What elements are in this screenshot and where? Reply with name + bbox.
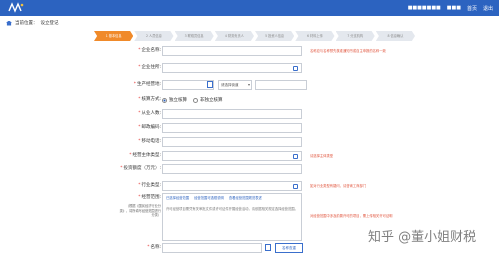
- radio-independent[interactable]: 独立核算: [162, 97, 187, 103]
- capital-label: 投资额度（万元）:: [123, 166, 161, 171]
- employees-input[interactable]: [162, 109, 302, 119]
- step-3[interactable]: 3 联络员信息: [174, 31, 214, 41]
- scope-label: 经营范围:: [141, 195, 161, 200]
- scope-hint: 对经营范围中涉及前置许可的项目，需上传相关许可证明: [310, 214, 393, 218]
- scope-sublabel: （根据《国民经济行业分类》，将所填写经营范围进行分类）: [119, 204, 161, 217]
- scope-text: 许可经营项目需凭有关审批文件或许可证件开展经营活动，请依据相关规定选择经营范围。: [166, 207, 298, 211]
- capital-input[interactable]: [162, 164, 302, 174]
- name-label: 名称:: [150, 245, 161, 250]
- phone-input[interactable]: [162, 137, 302, 147]
- business-scope-textarea[interactable]: 已选择经营范围 经营范围可选框说明 查看经营范围规范表述 许可经营项目需凭有关审…: [162, 193, 302, 241]
- name-input[interactable]: [162, 243, 262, 253]
- company-name-hint: 名称应与名称预先核准通知书或自主申报的名称一致: [310, 49, 386, 53]
- row-main-business: *经营主体类型: 请选择主体类型: [0, 151, 499, 161]
- company-name-label: 企业名称:: [141, 48, 161, 53]
- main-business-label: 经营主体类型:: [132, 153, 161, 158]
- user-area: ■■■■■■■ ■■■ 首页 退出: [408, 5, 493, 12]
- top-header-bar: ■■■■■■■ ■■■ 首页 退出: [0, 0, 499, 16]
- accounting-radio-group: 独立核算 非独立核算: [162, 95, 223, 105]
- row-postcode: *邮政编码:: [0, 123, 499, 133]
- scope-links: 已选择经营范围 经营范围可选框说明 查看经营范围规范表述: [166, 196, 298, 201]
- breadcrumb-prefix: 当前位置：: [15, 21, 38, 26]
- radio-non-independent-label: 非独立核算: [200, 98, 223, 103]
- row-industry: *行业类型: 如对行业类型有疑问，请咨询工商部门: [0, 181, 499, 191]
- user-link-logout[interactable]: 退出: [483, 5, 493, 12]
- address-picker-icon[interactable]: [293, 66, 298, 71]
- radio-non-independent[interactable]: 非独立核算: [193, 97, 223, 103]
- postcode-label: 邮政编码:: [141, 125, 161, 130]
- radio-independent-label: 独立核算: [169, 98, 187, 103]
- required-mark: *: [133, 82, 136, 87]
- step-7[interactable]: 7 分支机构: [335, 31, 375, 41]
- scope-link-explain[interactable]: 经营范围可选框说明: [194, 196, 224, 200]
- watermark-text: 知乎 @董小姐财税: [368, 230, 477, 245]
- home-icon: [6, 20, 12, 26]
- calendar-icon[interactable]: [207, 81, 213, 88]
- step-5[interactable]: 5 投资人信息: [255, 31, 295, 41]
- step-4[interactable]: 4 财务负责人: [214, 31, 254, 41]
- residence-input[interactable]: [162, 63, 302, 73]
- main-business-hint: 请选择主体类型: [310, 154, 334, 158]
- breadcrumb: 当前位置： 设立登记: [6, 20, 59, 26]
- user-link-home[interactable]: 首页: [467, 5, 477, 12]
- business-place-detail-input[interactable]: [255, 80, 307, 90]
- user-link-profile[interactable]: ■■■: [447, 5, 461, 12]
- row-capital: *投资额度（万元）:: [0, 164, 499, 174]
- industry-input[interactable]: [162, 181, 302, 191]
- step-1[interactable]: 1 基本信息: [94, 31, 134, 41]
- row-employees: *从业人数:: [0, 109, 499, 119]
- residence-label: 企业住所:: [141, 65, 161, 70]
- radio-dot-checked[interactable]: [162, 97, 167, 103]
- industry-hint: 如对行业类型有疑问，请咨询工商部门: [310, 184, 367, 188]
- phone-label: 移动电话:: [141, 139, 161, 144]
- user-name: ■■■■■■■: [407, 5, 441, 11]
- row-accounting: *核算方式: 独立核算 非独立核算: [0, 95, 499, 105]
- scope-link-standard[interactable]: 查看经营范围规范表述: [229, 196, 262, 200]
- step-2[interactable]: 2 人员信息: [134, 31, 174, 41]
- accounting-label: 核算方式:: [141, 97, 161, 102]
- picker-icon[interactable]: [265, 244, 271, 251]
- employees-label: 从业人数:: [141, 111, 161, 116]
- step-6[interactable]: 6 材料上传: [295, 31, 335, 41]
- picker-icon[interactable]: [293, 184, 298, 189]
- picker-icon[interactable]: [293, 154, 298, 159]
- industry-label: 行业类型:: [141, 183, 161, 188]
- step-8[interactable]: 8 信息确认: [375, 31, 415, 41]
- logo-icon: [8, 2, 24, 13]
- business-place-label: 生产经营地:: [136, 82, 161, 87]
- main-business-input[interactable]: [162, 151, 302, 161]
- company-name-input[interactable]: [162, 46, 302, 56]
- street-select[interactable]: 请选择街道: [218, 80, 252, 90]
- row-company-name: *企业名称: 名称应与名称预先核准通知书或自主申报的名称一致: [0, 46, 499, 56]
- row-business-place: *生产经营地: 请选择街道: [0, 80, 499, 90]
- step-progress: 1 基本信息 2 人员信息 3 联络员信息 4 财务负责人 5 投资人信息 6 …: [94, 31, 416, 41]
- row-residence: *企业住所:: [0, 63, 499, 73]
- name-check-button[interactable]: 名称查重: [275, 243, 303, 253]
- breadcrumb-current[interactable]: 设立登记: [41, 20, 59, 26]
- scope-link-selected[interactable]: 已选择经营范围: [166, 196, 189, 200]
- row-phone: *移动电话:: [0, 137, 499, 147]
- radio-dot[interactable]: [193, 97, 198, 103]
- postcode-input[interactable]: [162, 123, 302, 133]
